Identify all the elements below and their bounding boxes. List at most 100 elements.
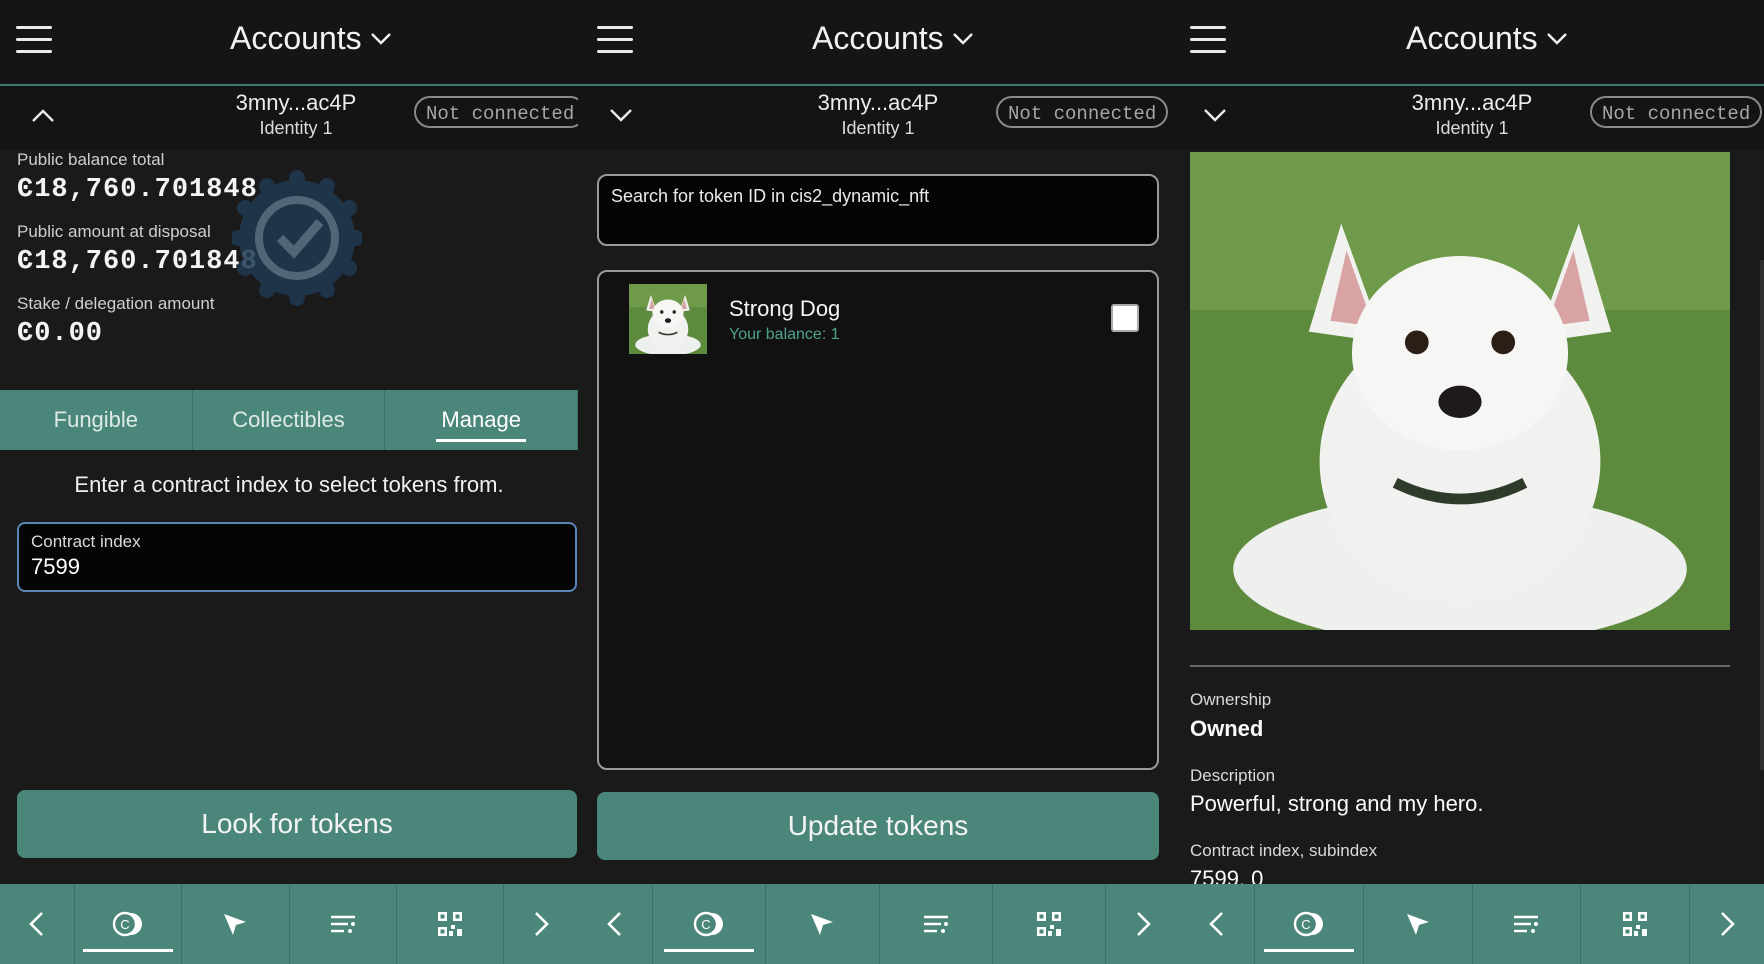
contract-index-value[interactable]: 7599: [31, 554, 563, 580]
list-item[interactable]: Strong Dog Your balance: 1: [629, 284, 1139, 360]
nav-back[interactable]: [0, 884, 75, 964]
account-name[interactable]: 3mny...ac4P Identity 1: [778, 90, 978, 139]
nav-qr[interactable]: [1581, 884, 1690, 964]
nav-send[interactable]: [766, 884, 880, 964]
account-bar: 3mny...ac4P Identity 1 Not connected: [578, 86, 1180, 150]
svg-text:C: C: [701, 917, 710, 932]
description-label: Description: [1190, 766, 1276, 785]
account-name[interactable]: 3mny...ac4P Identity 1: [1372, 90, 1572, 139]
token-thumbnail: [629, 284, 707, 354]
tab-fungible[interactable]: Fungible: [0, 390, 193, 450]
account-identity: Identity 1: [259, 118, 333, 138]
divider: [1190, 665, 1730, 667]
page-title: Accounts: [812, 20, 944, 56]
token-checkbox[interactable]: [1111, 304, 1139, 332]
description-value: Powerful, strong and my hero.: [1190, 791, 1484, 816]
chevron-down-icon[interactable]: [1202, 106, 1228, 124]
contract-index-field[interactable]: Contract index 7599: [17, 522, 577, 592]
account-identity: Identity 1: [1435, 118, 1509, 138]
account-identity: Identity 1: [841, 118, 915, 138]
nav-back[interactable]: [578, 884, 653, 964]
accounts-dropdown[interactable]: Accounts: [230, 20, 392, 57]
nav-send[interactable]: [1364, 884, 1473, 964]
menu-icon[interactable]: [1190, 26, 1226, 54]
nav-qr[interactable]: [397, 884, 504, 964]
account-address: 3mny...ac4P: [1411, 90, 1533, 115]
token-list-panel: Accounts 3mny...ac4P Identity 1 Not conn…: [578, 0, 1180, 964]
update-tokens-button[interactable]: Update tokens: [597, 792, 1159, 860]
top-bar: Accounts: [0, 0, 578, 86]
send-icon: [224, 914, 247, 935]
nav-tokens[interactable]: C: [653, 884, 767, 964]
token-tabs: Fungible Collectibles Manage: [0, 390, 578, 450]
send-icon: [1406, 914, 1429, 935]
manage-prompt: Enter a contract index to select tokens …: [74, 472, 504, 497]
contract-label: Contract index, subindex: [1190, 841, 1378, 860]
forward-arrow-icon: [535, 912, 549, 936]
qr-code-icon: [437, 912, 462, 936]
stake-value: Ͼ0.00: [17, 319, 104, 349]
token-balance: Your balance: 1: [729, 326, 840, 343]
svg-text:C: C: [1301, 917, 1310, 932]
public-balance-label: Public balance total: [17, 150, 165, 169]
nav-tokens[interactable]: C: [1255, 884, 1364, 964]
connection-status-badge: Not connected: [1590, 96, 1763, 128]
accounts-dropdown[interactable]: Accounts: [812, 20, 974, 57]
chevron-down-icon: [370, 32, 391, 45]
forward-arrow-icon: [1721, 912, 1735, 936]
menu-icon[interactable]: [16, 26, 52, 54]
tokens-icon: C: [1293, 911, 1323, 937]
search-placeholder: Search for token ID in cis2_dynamic_nft: [611, 186, 930, 206]
transactions-icon: [1514, 915, 1539, 933]
nav-transactions[interactable]: [1473, 884, 1582, 964]
forward-arrow-icon: [1137, 912, 1151, 936]
transactions-icon: [923, 915, 948, 933]
accounts-dropdown[interactable]: Accounts: [1406, 20, 1568, 57]
account-bar: 3mny...ac4P Identity 1 Not connected: [1180, 86, 1764, 150]
disposal-value: Ͼ18,760.701848: [17, 247, 258, 277]
nav-tokens[interactable]: C: [75, 884, 183, 964]
ownership-label: Ownership: [1190, 690, 1272, 709]
token-search-input[interactable]: Search for token ID in cis2_dynamic_nft: [597, 174, 1159, 246]
nav-back[interactable]: [1180, 884, 1255, 964]
disposal-label: Public amount at disposal: [17, 222, 211, 241]
tab-collectibles[interactable]: Collectibles: [193, 390, 386, 450]
menu-icon[interactable]: [597, 26, 633, 54]
transactions-icon: [330, 915, 355, 933]
stake-label: Stake / delegation amount: [17, 294, 215, 313]
account-address: 3mny...ac4P: [235, 90, 357, 115]
top-bar: Accounts: [1180, 0, 1764, 86]
page-title: Accounts: [1406, 20, 1538, 56]
tokens-icon: C: [112, 911, 143, 937]
scrollbar[interactable]: [1760, 260, 1764, 770]
nav-send[interactable]: [182, 884, 290, 964]
chevron-down-icon: [952, 32, 973, 45]
account-name[interactable]: 3mny...ac4P Identity 1: [196, 90, 396, 139]
top-bar: Accounts: [578, 0, 1180, 86]
public-balance-value: Ͼ18,760.701848: [17, 175, 258, 205]
send-icon: [811, 914, 834, 935]
nav-transactions[interactable]: [880, 884, 993, 964]
account-address: 3mny...ac4P: [817, 90, 939, 115]
contract-index-label: Contract index: [31, 532, 141, 551]
chevron-down-icon[interactable]: [608, 106, 634, 124]
nav-forward[interactable]: [504, 884, 578, 964]
account-bar: 3mny...ac4P Identity 1 Not connected: [0, 86, 578, 150]
tab-manage[interactable]: Manage: [385, 390, 578, 450]
token-name: Strong Dog: [729, 296, 841, 321]
qr-code-icon: [1036, 912, 1061, 936]
nav-forward[interactable]: [1106, 884, 1180, 964]
look-for-tokens-button[interactable]: Look for tokens: [17, 790, 577, 858]
connection-status-badge: Not connected: [996, 96, 1169, 128]
chevron-up-icon[interactable]: [30, 106, 56, 124]
connection-status-badge: Not connected: [414, 96, 578, 128]
nav-transactions[interactable]: [290, 884, 397, 964]
nav-qr[interactable]: [993, 884, 1106, 964]
tokens-icon: C: [693, 911, 724, 937]
token-details-panel: Accounts 3mny...ac4P Identity 1 Not conn…: [1180, 0, 1764, 964]
nav-forward[interactable]: [1690, 884, 1764, 964]
token-list: Strong Dog Your balance: 1: [597, 270, 1159, 770]
svg-text:C: C: [120, 917, 129, 932]
bottom-nav: C: [0, 884, 578, 964]
manage-panel: Accounts 3mny...ac4P Identity 1 Not conn…: [0, 0, 578, 964]
